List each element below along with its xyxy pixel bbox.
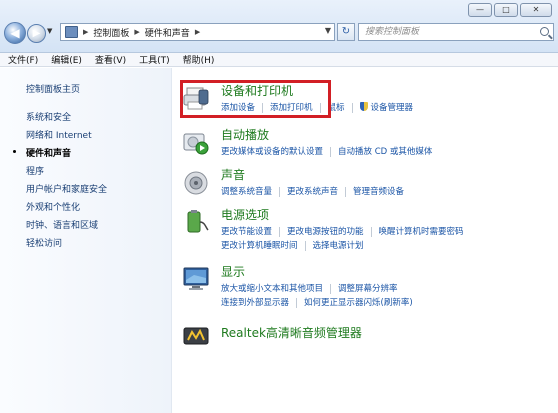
link-separator <box>304 240 306 251</box>
link-autoplay-cd[interactable]: 自动播放 CD 或其他媒体 <box>338 147 432 157</box>
control-panel-window: — □ ✕ ◀ ▶ ▼ ▶ 控制面板 ▶ 硬件和声音 ▶ ▼ ↻ 搜索控制面板 … <box>0 0 558 413</box>
link-manage-audio[interactable]: 管理音频设备 <box>353 187 404 197</box>
link-change-sounds[interactable]: 更改系统声音 <box>287 187 338 197</box>
uac-shield-icon <box>359 102 368 111</box>
link-power-plan[interactable]: 选择电源计划 <box>313 241 364 251</box>
link-external-display[interactable]: 连接到外部显示器 <box>221 298 289 308</box>
link-separator <box>296 297 298 308</box>
sidebar-item-programs[interactable]: 程序 <box>26 164 107 182</box>
recent-pages-dropdown[interactable]: ▼ <box>47 27 52 35</box>
link-sleep-time[interactable]: 更改计算机睡眠时间 <box>221 241 298 251</box>
autoplay-icon <box>183 133 209 155</box>
address-bar[interactable]: ▶ 控制面板 ▶ 硬件和声音 ▶ ▼ <box>60 23 335 41</box>
link-refresh-rate[interactable]: 如何更正显示器闪烁(刷新率) <box>304 298 413 308</box>
category-title[interactable]: Realtek高清晰音频管理器 <box>221 324 362 341</box>
back-arrow-icon: ◀ <box>10 26 20 40</box>
minimize-button[interactable]: — <box>468 3 492 17</box>
sidebar-item-appearance[interactable]: 外观和个性化 <box>26 200 107 218</box>
link-separator <box>370 226 372 237</box>
power-icon <box>187 210 209 233</box>
category-title[interactable]: 声音 <box>221 166 245 183</box>
search-placeholder: 搜索控制面板 <box>365 27 420 37</box>
category-title[interactable]: 显示 <box>221 263 245 280</box>
breadcrumb-control-panel[interactable]: 控制面板 <box>93 26 129 39</box>
menu-help[interactable]: 帮助(H) <box>183 53 215 66</box>
main-content: 设备和打印机 添加设备 添加打印机 鼠标 设备管理器 自动播放 更改媒体或设备的默认设… <box>172 68 558 413</box>
menu-file[interactable]: 文件(F) <box>8 53 38 66</box>
window-chrome: — □ ✕ ◀ ▶ ▼ ▶ 控制面板 ▶ 硬件和声音 ▶ ▼ ↻ 搜索控制面板 <box>0 0 558 53</box>
sidebar-list: 系统和安全 网络和 Internet 硬件和声音 程序 用户帐户和家庭安全 外观… <box>12 110 107 254</box>
menu-edit[interactable]: 编辑(E) <box>51 53 82 66</box>
search-input[interactable]: 搜索控制面板 <box>358 23 554 41</box>
category-links: 调整系统音量 更改系统声音 管理音频设备 <box>221 185 404 197</box>
chevron-right-icon[interactable]: ▶ <box>195 28 200 36</box>
category-title[interactable]: 设备和打印机 <box>221 82 293 99</box>
category-links: 更改计算机睡眠时间 选择电源计划 <box>221 239 364 251</box>
link-separator <box>279 186 281 197</box>
chevron-right-icon[interactable]: ▶ <box>83 28 88 36</box>
sidebar: 控制面板主页 系统和安全 网络和 Internet 硬件和声音 程序 用户帐户和… <box>0 68 172 413</box>
forward-button[interactable]: ▶ <box>27 24 46 43</box>
category-title[interactable]: 电源选项 <box>221 206 269 223</box>
sidebar-item-user-accounts[interactable]: 用户帐户和家庭安全 <box>26 182 107 200</box>
category-links: 放大或缩小文本和其他项目 调整屏幕分辨率 <box>221 282 398 294</box>
chevron-right-icon[interactable]: ▶ <box>134 28 139 36</box>
menu-view[interactable]: 查看(V) <box>95 53 126 66</box>
refresh-button[interactable]: ↻ <box>337 23 355 41</box>
link-device-manager[interactable]: 设备管理器 <box>359 102 414 113</box>
link-separator <box>262 102 264 113</box>
sidebar-home-link[interactable]: 控制面板主页 <box>26 82 80 95</box>
link-adjust-volume[interactable]: 调整系统音量 <box>221 187 272 197</box>
back-button[interactable]: ◀ <box>4 22 26 44</box>
sidebar-item-clock-language[interactable]: 时钟、语言和区域 <box>26 218 107 236</box>
link-separator <box>330 283 332 294</box>
link-wake-password[interactable]: 唤醒计算机时需要密码 <box>379 227 464 237</box>
close-button[interactable]: ✕ <box>520 3 552 17</box>
category-links: 添加设备 添加打印机 鼠标 设备管理器 <box>221 101 413 113</box>
category-title[interactable]: 自动播放 <box>221 126 269 143</box>
category-links: 更改媒体或设备的默认设置 自动播放 CD 或其他媒体 <box>221 145 432 157</box>
sidebar-item-hardware-sound[interactable]: 硬件和声音 <box>12 146 107 164</box>
maximize-button[interactable]: □ <box>494 3 518 17</box>
category-links: 更改节能设置 更改电源按钮的功能 唤醒计算机时需要密码 <box>221 225 464 237</box>
speaker-icon <box>184 171 208 195</box>
sidebar-item-ease-of-access[interactable]: 轻松访问 <box>26 236 107 254</box>
printer-icon <box>183 87 209 110</box>
category-links: 连接到外部显示器 如何更正显示器闪烁(刷新率) <box>221 296 413 308</box>
sidebar-item-system-security[interactable]: 系统和安全 <box>26 110 107 128</box>
link-separator <box>319 102 321 113</box>
link-separator <box>279 226 281 237</box>
link-power-saving[interactable]: 更改节能设置 <box>221 227 272 237</box>
menu-bar: 文件(F) 编辑(E) 查看(V) 工具(T) 帮助(H) <box>0 53 558 67</box>
link-text-size[interactable]: 放大或缩小文本和其他项目 <box>221 284 323 294</box>
link-separator <box>345 186 347 197</box>
link-power-button[interactable]: 更改电源按钮的功能 <box>287 227 364 237</box>
refresh-icon: ↻ <box>341 26 351 37</box>
window-buttons: — □ ✕ <box>468 3 552 17</box>
address-dropdown-icon[interactable]: ▼ <box>325 26 331 35</box>
link-add-device[interactable]: 添加设备 <box>221 103 255 113</box>
link-separator <box>330 146 332 157</box>
link-device-manager-label: 设备管理器 <box>370 103 414 113</box>
forward-arrow-icon: ▶ <box>32 28 41 39</box>
link-resolution[interactable]: 调整屏幕分辨率 <box>338 284 398 294</box>
link-separator <box>351 102 353 113</box>
monitor-icon <box>183 267 209 290</box>
breadcrumb-hardware-sound[interactable]: 硬件和声音 <box>145 26 190 39</box>
menu-tools[interactable]: 工具(T) <box>139 53 170 66</box>
control-panel-icon <box>65 26 78 38</box>
link-mouse[interactable]: 鼠标 <box>328 103 345 113</box>
sidebar-item-network[interactable]: 网络和 Internet <box>26 128 107 146</box>
link-add-printer[interactable]: 添加打印机 <box>270 103 313 113</box>
search-icon <box>540 27 549 36</box>
realtek-icon <box>183 327 209 345</box>
link-change-media-defaults[interactable]: 更改媒体或设备的默认设置 <box>221 147 323 157</box>
